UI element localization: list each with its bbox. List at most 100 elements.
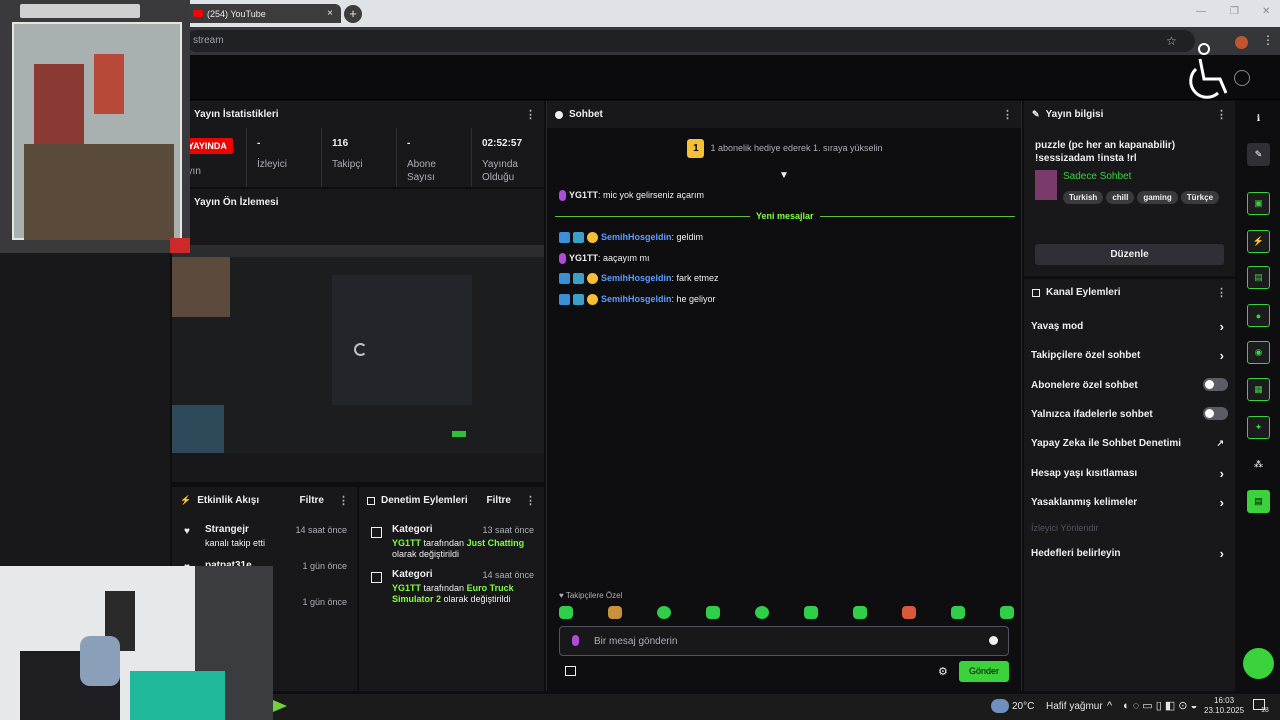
stats-menu-icon[interactable]: ⋮	[525, 108, 536, 121]
live-duration: 02:52:57 Yayında Olduğu	[482, 138, 523, 183]
tray-icons[interactable]: ◐ ◌ ▭ ▯ ◧ ⊙ ◒	[1123, 699, 1197, 712]
dots-icon[interactable]: ⁂	[1247, 453, 1270, 476]
external-link-icon: ↗	[1216, 438, 1224, 448]
stream-info-menu-icon[interactable]: ⋮	[1216, 108, 1227, 121]
mod-action-item: Kategori 13 saat önce YG1TT tarafından J…	[359, 524, 544, 560]
chat-settings-icon[interactable]: ⚙	[938, 665, 948, 678]
ai-moderation-row[interactable]: Yapay Zeka ile Sohbet Denetimi ↗	[1031, 438, 1228, 449]
emote-icon[interactable]	[951, 606, 965, 619]
mod-menu-icon[interactable]: ⋮	[525, 494, 536, 507]
store-icon[interactable]	[565, 666, 576, 676]
followers-only-row[interactable]: Takipçilere özel sohbet ›	[1031, 348, 1228, 363]
tray-chevron-icon[interactable]: ^	[1107, 700, 1112, 712]
verified-badge-icon	[559, 273, 570, 285]
tag[interactable]: Turkish	[1063, 191, 1104, 204]
browser-tab[interactable]: (254) YouTube ×	[185, 4, 341, 23]
channel-actions-title: Kanal Eylemleri	[1046, 287, 1121, 298]
wrench-icon[interactable]: ✦	[1247, 416, 1270, 439]
clock[interactable]: 16:03 23.10.2025	[1204, 696, 1244, 716]
sub-badge-icon	[587, 294, 598, 306]
follower-count: 116 Takipçi	[322, 128, 397, 187]
mod-actions-panel: Denetim Eylemleri Filtre ⋮ Kategori 13 s…	[359, 487, 544, 691]
mic-badge-icon	[559, 190, 566, 202]
list-icon	[1032, 288, 1040, 297]
close-circle-icon[interactable]	[1234, 70, 1250, 86]
chat-panel: Sohbet ⋮ 11 abonelik hediye ederek 1. sı…	[546, 101, 1022, 691]
activity-menu-icon[interactable]: ⋮	[338, 494, 349, 507]
emote-bar	[559, 606, 1014, 619]
chat-icon[interactable]: ●	[1247, 304, 1270, 327]
lightning-icon[interactable]: ⚡	[1247, 230, 1270, 253]
bookmark-star-icon[interactable]: ☆	[1166, 34, 1177, 48]
emote-icon[interactable]	[608, 606, 622, 619]
emote-icon[interactable]	[706, 606, 720, 619]
edit-button[interactable]: Düzenle	[1035, 244, 1224, 265]
chat-title: Sohbet	[569, 109, 603, 120]
pencil-icon: ✎	[1032, 109, 1040, 119]
emoji-icon[interactable]	[989, 636, 998, 645]
bolt-icon: ⚡	[180, 495, 192, 505]
clip-icon[interactable]: ▣	[1247, 192, 1270, 215]
stream-preview-video[interactable]	[172, 245, 544, 453]
emote-icon[interactable]	[559, 606, 573, 619]
info-icon[interactable]: ℹ	[1247, 107, 1270, 130]
chat-message-input[interactable]: Bir mesaj gönderin	[559, 626, 1009, 656]
emote-icon[interactable]	[853, 606, 867, 619]
viewer-count: - İzleyici	[247, 128, 322, 187]
category-link[interactable]: Sadece Sohbet	[1063, 171, 1131, 182]
app-launcher-icon[interactable]	[273, 700, 287, 712]
support-icon[interactable]	[1243, 648, 1274, 679]
chat-collapse-icon[interactable]: ▼	[779, 170, 789, 181]
stream-title: puzzle (pc her an kapanabilir) !sessizad…	[1035, 140, 1176, 164]
slow-mode-row[interactable]: Yavaş mod ›	[1031, 319, 1228, 334]
emote-icon[interactable]	[657, 606, 671, 619]
notes-icon[interactable]: ▤	[1247, 266, 1270, 289]
chat-message: SemihHosgeldin: he geliyor	[559, 294, 716, 306]
mod-action-item: Kategori 14 saat önce YG1TT tarafından E…	[359, 569, 544, 605]
emote-icon[interactable]	[902, 606, 916, 619]
send-button[interactable]: Gönder	[959, 661, 1009, 682]
new-tab-button[interactable]: +	[344, 5, 362, 23]
edit-icon[interactable]: ✎	[1247, 143, 1270, 166]
broadcast-icon[interactable]: ◉	[1247, 341, 1270, 364]
chat-bubble-icon	[555, 110, 563, 119]
activity-filter-button[interactable]: Filtre	[300, 495, 324, 506]
emote-icon[interactable]	[1000, 606, 1014, 619]
banned-words-row[interactable]: Yasaklanmış kelimeler ›	[1031, 495, 1228, 510]
youtube-icon	[193, 10, 203, 17]
tag[interactable]: gaming	[1137, 191, 1178, 204]
channel-actions-menu-icon[interactable]: ⋮	[1216, 286, 1227, 299]
minimize-button[interactable]: —	[1196, 6, 1206, 17]
chat-message: SemihHosgeldin: fark etmez	[559, 273, 719, 285]
quick-actions-sidebar: ℹ ✎ ▣ ⚡ ▤ ● ◉ ▦ ✦ ⁂ ▤	[1237, 101, 1280, 691]
layout-icon[interactable]: ▦	[1247, 378, 1270, 401]
weather-icon	[991, 699, 1009, 713]
og-badge-icon	[573, 232, 584, 244]
host-row: İzleyici Yönlendir	[1031, 523, 1099, 533]
verified-badge-icon	[559, 294, 570, 306]
mod-filter-button[interactable]: Filtre	[487, 495, 511, 506]
clapper-icon[interactable]: ▤	[1247, 490, 1270, 513]
mic-icon	[572, 635, 579, 646]
chat-message: SemihHosgeldin: geldim	[559, 232, 703, 244]
tag[interactable]: Türkçe	[1180, 191, 1220, 204]
address-input[interactable]: stream	[185, 30, 1195, 52]
preview-title: Yayın Ön İzlemesi	[194, 197, 279, 208]
tab-title: (254) YouTube	[207, 8, 266, 19]
tag[interactable]: chill	[1106, 191, 1135, 204]
mic-badge-icon	[559, 253, 566, 265]
emote-icon[interactable]	[804, 606, 818, 619]
temperature: 20°C	[1012, 701, 1035, 712]
set-goals-row[interactable]: Hedefleri belirleyin ›	[1031, 546, 1228, 561]
emote-icon[interactable]	[755, 606, 769, 619]
account-age-row[interactable]: Hesap yaşı kısıtlaması ›	[1031, 466, 1228, 481]
emote-only-toggle[interactable]	[1203, 407, 1228, 420]
sub-gift-leaderboard[interactable]: 11 abonelik hediye ederek 1. sıraya yüks…	[547, 139, 1023, 158]
close-window-button[interactable]: ✕	[1262, 6, 1270, 17]
verified-badge-icon	[559, 232, 570, 244]
chat-menu-icon[interactable]: ⋮	[1002, 108, 1013, 121]
tab-close-icon[interactable]: ×	[327, 8, 333, 19]
browser-menu-icon[interactable]: ⋮	[1262, 33, 1274, 47]
subscribers-only-toggle[interactable]	[1203, 378, 1228, 391]
maximize-button[interactable]: ❐	[1230, 6, 1239, 17]
